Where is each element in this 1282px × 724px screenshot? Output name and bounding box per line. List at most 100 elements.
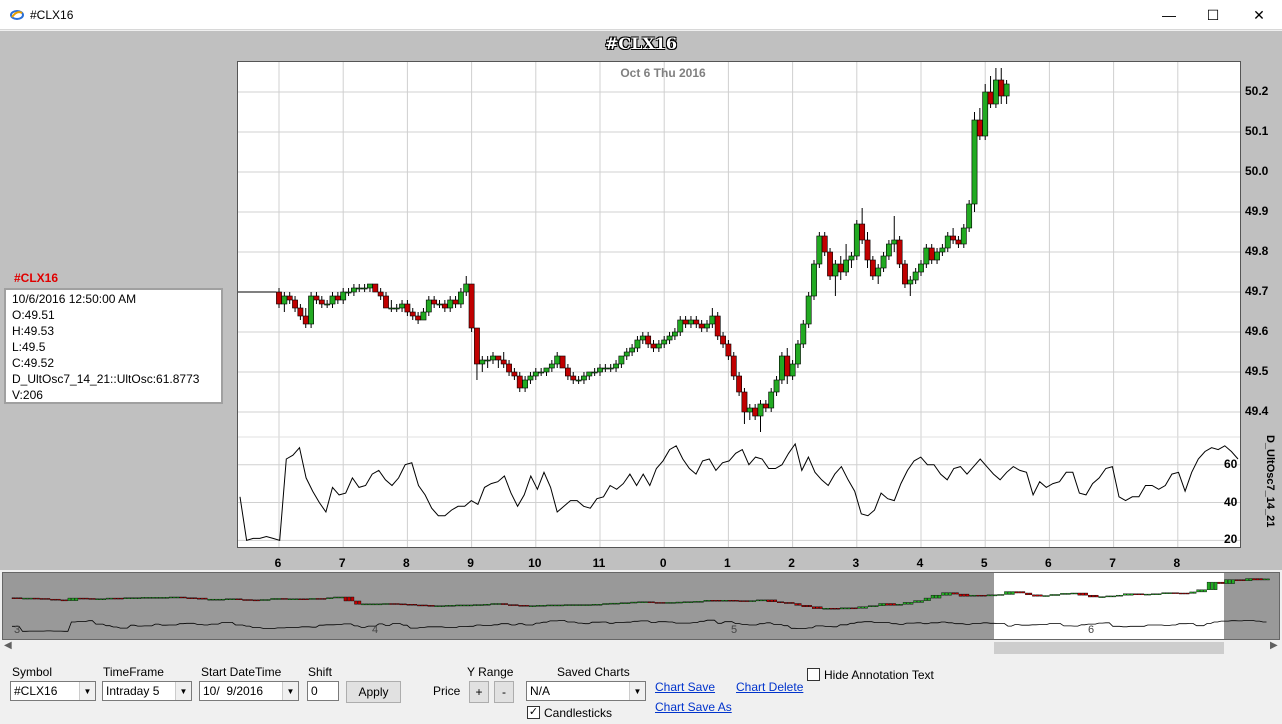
price-axis-tick-label: 50.1 bbox=[1245, 124, 1269, 138]
navigator-candle bbox=[350, 596, 355, 602]
navigator-candle bbox=[955, 592, 959, 595]
saved-charts-label: Saved Charts bbox=[557, 665, 630, 679]
navigator-candle bbox=[874, 605, 879, 607]
navigator-candle bbox=[773, 599, 777, 602]
candle-body bbox=[671, 331, 678, 337]
navigator-candle bbox=[1000, 594, 1005, 596]
candle-body bbox=[436, 303, 443, 306]
timeframe-dropdown[interactable]: Intraday 5 ▼ bbox=[102, 681, 192, 701]
navigator-candle bbox=[406, 604, 411, 606]
navigator-candle bbox=[770, 599, 774, 602]
navigator-candle bbox=[1021, 591, 1026, 594]
candle-body bbox=[661, 339, 668, 345]
candle-body bbox=[463, 283, 470, 293]
time-axis-tick-label: 5 bbox=[980, 556, 988, 570]
candle-body bbox=[746, 407, 753, 413]
navigator-candle bbox=[696, 601, 701, 603]
symbol-dropdown[interactable]: #CLX16 ▼ bbox=[10, 681, 96, 701]
saved-charts-value: N/A bbox=[530, 684, 551, 698]
navigator-candle bbox=[1185, 592, 1190, 595]
y-range-decrease-button[interactable]: - bbox=[494, 681, 514, 703]
navigator-candle bbox=[1042, 595, 1047, 597]
navigator-candle bbox=[301, 598, 306, 600]
scroll-right-icon[interactable]: ▶ bbox=[1270, 640, 1278, 651]
navigator-candle bbox=[483, 604, 487, 606]
navigator-candle bbox=[581, 604, 585, 606]
navigator-candle bbox=[1049, 594, 1054, 596]
minimize-button[interactable]: — bbox=[1146, 0, 1192, 30]
chart-save-as-link[interactable]: Chart Save As bbox=[655, 700, 732, 714]
y-range-increase-button[interactable]: + bbox=[469, 681, 489, 703]
candle-body bbox=[944, 235, 951, 249]
candlesticks-checkbox[interactable]: ✓ bbox=[527, 706, 540, 719]
candle-body bbox=[875, 267, 882, 277]
navigator-candle bbox=[920, 600, 924, 603]
navigator-candle bbox=[85, 597, 89, 600]
candle-body bbox=[575, 379, 582, 382]
chart-save-link[interactable]: Chart Save bbox=[655, 680, 715, 694]
navigator-candle bbox=[109, 597, 114, 600]
navigator-candle bbox=[1119, 594, 1123, 597]
navigator-candle bbox=[853, 607, 858, 610]
navigator-candle bbox=[53, 598, 58, 601]
hide-annotation-checkbox[interactable] bbox=[807, 668, 820, 681]
navigator-candle bbox=[18, 597, 23, 599]
candle-body bbox=[762, 403, 769, 409]
navigator-candle bbox=[923, 597, 928, 601]
candle-body bbox=[581, 375, 587, 381]
navigator-candle bbox=[169, 596, 173, 599]
navigator-candle bbox=[1150, 593, 1155, 595]
scroll-left-icon[interactable]: ◀ bbox=[4, 640, 12, 651]
navigator-candle bbox=[102, 598, 107, 600]
navigator-candle bbox=[801, 605, 805, 607]
navigator-candle bbox=[420, 604, 425, 607]
oscillator-axis-label: D_UltOsc7_14_21 bbox=[1264, 435, 1276, 528]
candle-body bbox=[757, 403, 764, 417]
navigator-candle bbox=[661, 602, 666, 604]
navigator-candle bbox=[452, 605, 456, 607]
navigator-candle bbox=[291, 598, 295, 600]
navigator-candle bbox=[1053, 594, 1057, 596]
navigator-candle bbox=[777, 601, 781, 603]
navigator-candle bbox=[375, 603, 379, 606]
saved-charts-dropdown[interactable]: N/A ▼ bbox=[526, 681, 646, 701]
plot-area[interactable] bbox=[237, 61, 1241, 548]
chevron-down-icon[interactable]: ▼ bbox=[79, 682, 95, 700]
chevron-down-icon[interactable]: ▼ bbox=[175, 682, 191, 700]
price-axis-tick-label: 49.5 bbox=[1245, 364, 1269, 378]
navigator-candle bbox=[231, 598, 236, 600]
navigator-candle bbox=[993, 594, 998, 597]
candle-body bbox=[998, 79, 1005, 97]
navigator-candle bbox=[1130, 593, 1134, 596]
navigator-candle bbox=[403, 603, 407, 606]
navigator-osc-line bbox=[12, 619, 1267, 632]
candle-body bbox=[554, 355, 561, 365]
navigator-candle bbox=[151, 597, 155, 599]
apply-button[interactable]: Apply bbox=[346, 681, 401, 703]
chevron-down-icon[interactable]: ▼ bbox=[629, 682, 645, 700]
navigator-candle bbox=[1252, 578, 1256, 581]
info-high: H:49.53 bbox=[12, 324, 55, 338]
navigator-scrollbar-thumb[interactable] bbox=[994, 642, 1224, 654]
navigator-candle bbox=[203, 597, 208, 600]
navigator-candle bbox=[997, 594, 1001, 596]
start-datetime-picker[interactable]: 10/ 9/2016 ▼ bbox=[199, 681, 299, 701]
navigator-candle bbox=[941, 592, 945, 596]
navigator-candle bbox=[815, 606, 819, 609]
navigator-candle bbox=[252, 599, 257, 602]
candle-body bbox=[388, 307, 395, 310]
close-button[interactable]: ✕ bbox=[1236, 0, 1282, 30]
info-low: L:49.5 bbox=[12, 340, 46, 354]
chart-delete-link[interactable]: Chart Delete bbox=[736, 680, 803, 694]
navigator-candle bbox=[410, 604, 414, 606]
maximize-button[interactable]: ☐ bbox=[1190, 0, 1236, 30]
navigator-candle bbox=[686, 601, 690, 603]
shift-input[interactable]: 0 bbox=[307, 681, 339, 701]
navigator-candle bbox=[95, 598, 100, 600]
window-title: #CLX16 bbox=[30, 8, 74, 22]
navigator-candle bbox=[784, 602, 788, 604]
navigator-candle bbox=[888, 603, 893, 606]
candle-body bbox=[292, 299, 298, 309]
chevron-down-icon[interactable]: ▼ bbox=[282, 682, 298, 700]
navigator-candle bbox=[707, 600, 711, 602]
